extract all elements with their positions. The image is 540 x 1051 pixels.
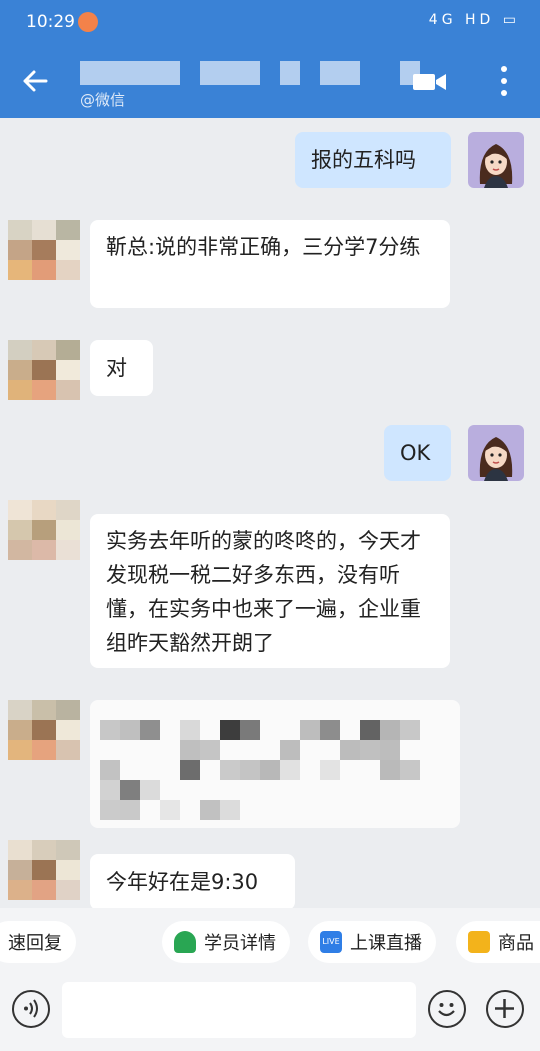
status-indicators: 4G HD ▭ [429,12,520,28]
chat-header: @微信 [0,44,540,118]
sender-avatar-blurred[interactable] [8,340,80,400]
status-bar: 10:29 4G HD ▭ [0,0,540,44]
message-bubble-incoming[interactable]: 实务去年听的蒙的咚咚的，今天才发现税一税二好多东西，没有听懂，在实务中也来了一遍… [90,514,450,668]
sender-avatar-blurred[interactable] [8,840,80,900]
add-attachment-icon[interactable] [486,990,524,1028]
quick-reply-label: 速回复 [8,933,62,954]
video-call-icon[interactable] [412,70,448,94]
emoji-icon[interactable] [428,990,466,1028]
cartoon-avatar-icon [479,437,513,481]
message-input[interactable] [62,982,416,1038]
network-indicator: 4G HD [428,12,495,28]
message-bubble-incoming[interactable]: 对 [90,340,153,396]
quick-action-bar: 速回复 学员详情 LIVE 上课直播 商品 [0,908,540,976]
smiley-face-icon [438,1003,455,1017]
live-class-label: 上课直播 [350,933,422,954]
sound-wave-icon [24,999,38,1018]
student-details-chip[interactable]: 学员详情 [162,921,290,963]
sender-avatar-blurred[interactable] [8,700,80,760]
notification-icon [78,12,98,32]
product-icon [468,931,490,953]
message-blurred-content[interactable] [90,700,460,828]
message-bubble-incoming[interactable]: 今年好在是9:30 [90,854,295,910]
self-avatar[interactable] [468,425,524,481]
message-bubble-outgoing[interactable]: OK [384,425,451,481]
back-arrow-icon[interactable] [20,66,50,96]
contact-name-blurred [80,61,420,85]
more-options-icon[interactable] [494,64,514,98]
sender-avatar-blurred[interactable] [8,500,80,560]
message-bubble-outgoing[interactable]: 报的五科吗 [295,132,451,188]
student-details-label: 学员详情 [204,933,276,954]
live-class-chip[interactable]: LIVE 上课直播 [308,921,436,963]
voice-input-icon[interactable] [12,990,50,1028]
products-chip[interactable]: 商品 [456,921,540,963]
message-bubble-incoming[interactable]: 靳总:说的非常正确，三分学7分练 [90,220,450,308]
products-label: 商品 [498,933,534,954]
live-icon: LIVE [320,931,342,953]
chat-messages: 报的五科吗 靳总:说的非常正确，三分学7分练 对 OK 实务去年听的蒙的咚咚的，… [0,118,540,910]
plus-icon [495,999,514,1018]
status-time: 10:29 [26,12,75,32]
self-avatar[interactable] [468,132,524,188]
input-bar [0,976,540,1051]
contact-source: @微信 [80,91,126,109]
sender-avatar-blurred[interactable] [8,220,80,280]
battery-icon: ▭ [502,12,520,28]
quick-reply-chip[interactable]: 速回复 [0,921,76,963]
cartoon-avatar-icon [479,144,513,188]
person-icon [174,931,196,953]
